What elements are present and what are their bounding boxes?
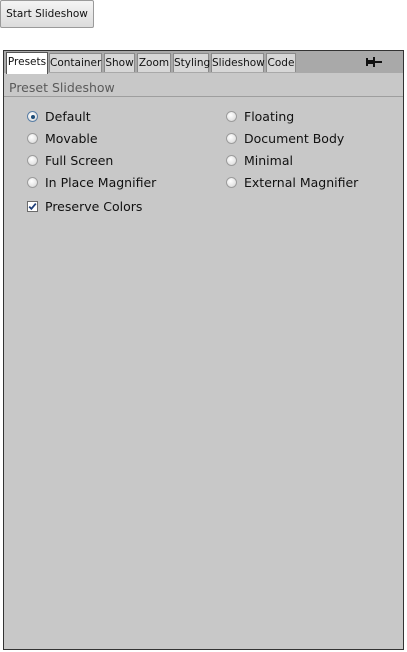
preset-option-label: In Place Magnifier: [45, 175, 157, 190]
tab-code[interactable]: Code: [266, 53, 296, 72]
tab-container[interactable]: Container: [49, 53, 102, 72]
preserve-colors-label: Preserve Colors: [45, 199, 143, 214]
radio-button[interactable]: [226, 111, 237, 122]
pin-icon[interactable]: [365, 54, 383, 68]
radio-button[interactable]: [27, 111, 38, 122]
radio-button[interactable]: [226, 155, 237, 166]
radio-button[interactable]: [27, 177, 38, 188]
check-mark-icon: [28, 203, 37, 211]
preset-option-label: Floating: [244, 109, 295, 124]
tab-slideshow[interactable]: Slideshow: [211, 53, 265, 72]
preset-option-label: Full Screen: [45, 153, 114, 168]
preset-option-label: Document Body: [244, 131, 345, 146]
tab-presets[interactable]: Presets: [6, 52, 48, 74]
preset-option-label: External Magnifier: [244, 175, 359, 190]
tab-show[interactable]: Show: [104, 53, 135, 72]
preset-option-label: Default: [45, 109, 91, 124]
preset-option-label: Movable: [45, 131, 98, 146]
radio-button[interactable]: [226, 177, 237, 188]
tab-styling[interactable]: Styling: [173, 53, 210, 72]
tab-bar: Presets Container Show Zoom Styling Slid…: [4, 51, 403, 74]
preset-option-label: Minimal: [244, 153, 293, 168]
tab-zoom[interactable]: Zoom: [137, 53, 171, 72]
radio-button[interactable]: [27, 133, 38, 144]
radio-button[interactable]: [27, 155, 38, 166]
radio-button[interactable]: [226, 133, 237, 144]
preserve-colors-checkbox[interactable]: [27, 201, 38, 212]
start-slideshow-button[interactable]: Start Slideshow: [0, 0, 94, 28]
slideshow-settings-panel: Presets Container Show Zoom Styling Slid…: [3, 50, 404, 650]
section-title: Preset Slideshow: [4, 79, 403, 97]
